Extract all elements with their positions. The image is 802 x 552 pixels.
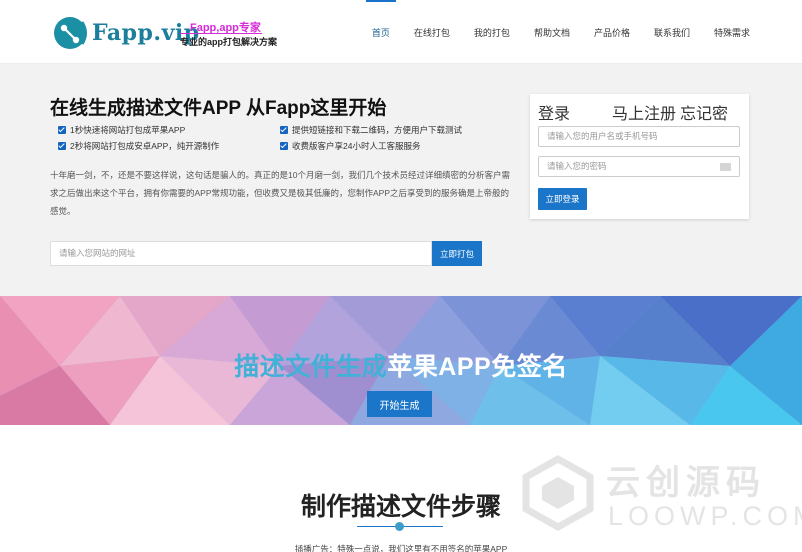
check-icon bbox=[58, 126, 66, 134]
nav-online-pack[interactable]: 在线打包 bbox=[402, 0, 462, 64]
hero-description: 十年磨一剑，不，还是不要这样说，这句话是骗人的。真正的是10个月磨一剑，我们几个… bbox=[50, 170, 510, 216]
nav-contact[interactable]: 联系我们 bbox=[642, 0, 702, 64]
login-card: 登录 马上注册 忘记密码? 请输入您的用户名或手机号码 请输入您的密码 立即登录 bbox=[530, 94, 749, 219]
brand-logo-icon[interactable] bbox=[52, 14, 92, 52]
steps-subtitle: 插播广告：特殊一点说，我们这里有不用签名的苹果APP bbox=[294, 544, 508, 552]
feature-item: 提供短链接和下载二维码，方便用户下载测试 bbox=[280, 124, 462, 136]
nav-my-packs[interactable]: 我的打包 bbox=[462, 0, 522, 64]
feature-item: 1秒快速将网站打包成苹果APP bbox=[58, 124, 185, 136]
steps-title: 制作描述文件步骤 bbox=[300, 493, 501, 521]
hero-title: 在线生成描述文件APP 从Fapp这里开始 bbox=[50, 98, 387, 119]
feature-text: 收费版客户享24小时人工客服服务 bbox=[292, 141, 421, 151]
nav-home[interactable]: 首页 bbox=[360, 0, 402, 64]
password-placeholder: 请输入您的密码 bbox=[547, 161, 607, 171]
banner-title-main: 苹果APP免签名 bbox=[387, 353, 568, 381]
tab-register[interactable]: 马上注册 bbox=[612, 100, 676, 124]
feature-item: 2秒将网站打包成安卓APP，纯开源制作 bbox=[58, 140, 219, 152]
start-generate-button[interactable]: 开始生成 bbox=[367, 391, 432, 417]
username-input[interactable]: 请输入您的用户名或手机号码 bbox=[538, 126, 740, 147]
login-button[interactable]: 立即登录 bbox=[538, 188, 587, 210]
feature-text: 提供短链接和下载二维码，方便用户下载测试 bbox=[292, 125, 463, 135]
tagline-divider bbox=[180, 33, 262, 34]
website-url-input[interactable]: 请输入您网站的网址 bbox=[50, 241, 432, 266]
password-input[interactable]: 请输入您的密码 bbox=[538, 156, 740, 177]
nav-special[interactable]: 特殊需求 bbox=[702, 0, 762, 64]
site-header: Fapp.vip Fapp,app专家 专业的app打包解决方案 首页 在线打包… bbox=[0, 0, 802, 64]
feature-item: 收费版客户享24小时人工客服服务 bbox=[280, 140, 420, 152]
main-nav: 首页 在线打包 我的打包 帮助文档 产品价格 联系我们 特殊需求 bbox=[360, 0, 762, 64]
nav-help-docs[interactable]: 帮助文档 bbox=[522, 0, 582, 64]
brand-tagline-bottom: 专业的app打包解决方案 bbox=[180, 37, 278, 47]
page: Fapp.vip Fapp,app专家 专业的app打包解决方案 首页 在线打包… bbox=[0, 0, 802, 552]
tab-login[interactable]: 登录 bbox=[538, 100, 570, 124]
feature-text: 2秒将网站打包成安卓APP，纯开源制作 bbox=[70, 141, 220, 151]
banner-title-highlight: 描述文件生成 bbox=[234, 353, 388, 381]
feature-text: 1秒快速将网站打包成苹果APP bbox=[70, 125, 186, 135]
check-icon bbox=[280, 126, 288, 134]
steps-divider-dot bbox=[395, 522, 404, 531]
keyboard-icon bbox=[720, 163, 731, 171]
banner-title: 描述文件生成苹果APP免签名 bbox=[0, 347, 802, 383]
pack-now-button[interactable]: 立即打包 bbox=[432, 241, 482, 266]
check-icon bbox=[280, 142, 288, 150]
nav-pricing[interactable]: 产品价格 bbox=[582, 0, 642, 64]
check-icon bbox=[58, 142, 66, 150]
